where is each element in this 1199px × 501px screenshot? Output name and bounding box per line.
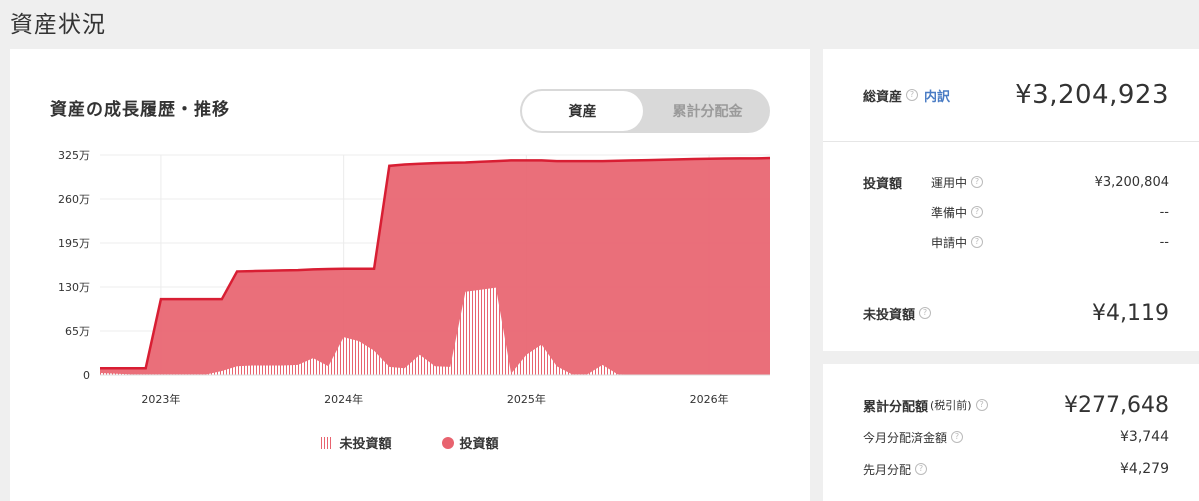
operating-label: 運用中 (931, 175, 968, 190)
legend-uninvested[interactable]: 未投資額 (321, 433, 392, 452)
uninvested-label: 未投資額 (863, 307, 916, 323)
asset-area-chart: 0 65万 130万 195万 260万 325万 2023年 2024年 2025年 2026年 (58, 149, 771, 406)
asset-chart-card: 資産の成長履歴・推移 資産 累計分配金 0 65万 130万 195万 260万 325万… (10, 49, 810, 501)
help-icon[interactable]: ? (906, 89, 919, 101)
preparing-value: -- (1159, 204, 1169, 220)
this-month-row: 今月分配済金額 ? ¥3,744 (863, 428, 1169, 446)
x-tick-label: 2025年 (507, 392, 546, 406)
operating-row: 投資額 運用中 ? ¥3,200,804 (863, 173, 1169, 192)
y-tick-label: 130万 (58, 281, 90, 294)
this-month-value: ¥3,744 (1120, 429, 1169, 445)
help-icon[interactable]: ? (971, 236, 984, 248)
uninvested-value: ¥4,119 (1092, 300, 1169, 326)
y-tick-label: 65万 (65, 325, 90, 338)
help-icon[interactable]: ? (915, 463, 928, 475)
help-icon[interactable]: ? (975, 399, 988, 411)
preparing-row: 準備中 ? -- (863, 203, 1169, 221)
stripe-swatch-icon (321, 436, 334, 449)
legend-uninvested-label: 未投資額 (339, 437, 392, 452)
total-assets-row: 総資産 ? 内訳 ¥3,204,923 (863, 79, 1169, 111)
tax-note: (税引前) (930, 399, 972, 412)
y-tick-label: 260万 (58, 193, 90, 206)
divider (823, 141, 1199, 142)
legend-invested[interactable]: 投資額 (441, 433, 499, 452)
uninvested-row: 未投資額 ? ¥4,119 (863, 299, 1169, 327)
applying-row: 申請中 ? -- (863, 233, 1169, 251)
legend-invested-label: 投資額 (459, 437, 499, 452)
cumulative-dist-value: ¥277,648 (1064, 392, 1169, 418)
chart-legend: 未投資額 投資額 (10, 433, 810, 452)
cumulative-dist-label: 累計分配額 (863, 399, 929, 415)
x-tick-label: 2026年 (690, 392, 729, 406)
cumulative-dist-row: 累計分配額 (税引前) ? ¥277,648 (863, 392, 1169, 418)
distribution-card: 累計分配額 (税引前) ? ¥277,648 今月分配済金額 ? ¥3,744 … (823, 364, 1199, 501)
total-assets-value: ¥3,204,923 (1015, 80, 1169, 110)
dot-swatch-icon (441, 436, 454, 449)
last-month-value: ¥4,279 (1120, 461, 1169, 477)
help-icon[interactable]: ? (971, 206, 984, 218)
x-tick-label: 2023年 (141, 392, 180, 406)
y-tick-label: 0 (83, 369, 90, 382)
invested-area (100, 158, 770, 375)
help-icon[interactable]: ? (971, 176, 984, 188)
y-tick-label: 325万 (58, 149, 90, 162)
this-month-label: 今月分配済金額 (863, 430, 948, 445)
total-assets-card: 総資産 ? 内訳 ¥3,204,923 投資額 運用中 ? ¥3,200,804… (823, 49, 1199, 351)
breakdown-link[interactable]: 内訳 (924, 86, 950, 105)
last-month-row: 先月分配 ? ¥4,279 (863, 460, 1169, 478)
total-assets-label: 総資産 (863, 89, 903, 105)
operating-value: ¥3,200,804 (1094, 174, 1169, 190)
help-icon[interactable]: ? (951, 431, 964, 443)
page-title: 資産状況 (10, 12, 106, 38)
x-tick-label: 2024年 (324, 392, 363, 406)
last-month-label: 先月分配 (863, 462, 912, 477)
applying-value: -- (1159, 234, 1169, 250)
applying-label: 申請中 (931, 235, 968, 250)
invested-label: 投資額 (863, 176, 903, 192)
y-tick-label: 195万 (58, 237, 90, 250)
preparing-label: 準備中 (931, 205, 968, 220)
help-icon[interactable]: ? (919, 307, 932, 319)
